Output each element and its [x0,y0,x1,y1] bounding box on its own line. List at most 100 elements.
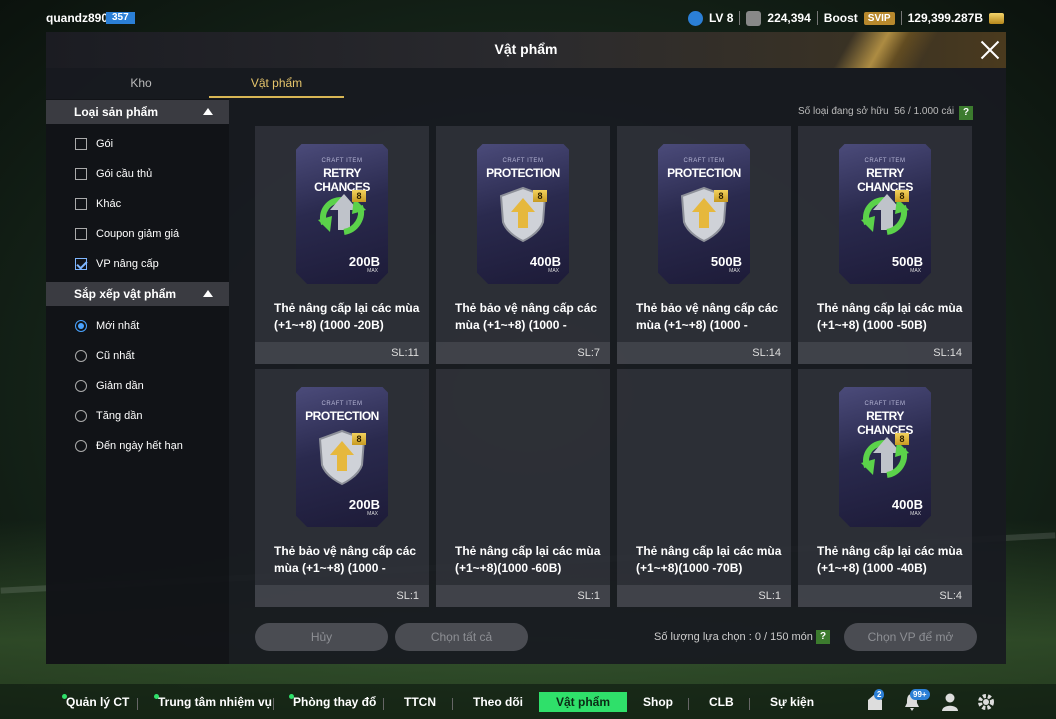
checkbox-label: Coupon giảm giá [96,228,180,240]
max-label: MAX [729,268,740,274]
radio-label: Mới nhất [96,320,140,332]
section-header-product-type[interactable]: Loại sản phẩm [46,100,229,124]
radio-button[interactable] [75,410,87,422]
checkbox-khac[interactable]: Khác [75,196,121,212]
craft-item-pack: CRAFT ITEM RETRY CHANCES 8 400B MAX [839,387,931,527]
level-badge: 8 [533,190,547,202]
filter-sidebar: Loại sản phẩm Gói Gói cầu thủ Khác Coupo… [46,99,229,664]
green-dot-icon [154,694,159,699]
radio-cu-nhat[interactable]: Cũ nhất [75,348,135,364]
item-quantity: SL:11 [255,342,429,364]
radio-selected[interactable] [75,320,87,332]
svip-badge: SVIP [863,11,895,25]
level-badge: 8 [352,190,366,202]
selection-count: Số lượng lựa chọn : 0 / 150 món [654,631,813,643]
cancel-button[interactable]: Hủy [255,623,388,651]
nav-trung-tam-nhiem-vu[interactable]: Trung tâm nhiệm vụ [154,692,272,712]
radio-button[interactable] [75,380,87,392]
radio-label: Đến ngày hết hạn [96,440,183,452]
boost-label[interactable]: Boost [824,11,858,25]
help-icon[interactable]: ? [816,630,830,644]
gold-bar-icon [989,12,1004,24]
profile-icon[interactable] [940,692,960,712]
checkbox-box[interactable] [75,168,87,180]
title-bar: Vật phẩm [46,32,1006,68]
radio-button[interactable] [75,350,87,362]
item-card[interactable]: CRAFT ITEM PROTECTION 8 500B MAX Thẻ bảo vệ n… [617,126,791,364]
select-all-button[interactable]: Chọn tất cả [395,623,528,651]
item-name: Thẻ bảo vệ nâng cấp các mùa (+1~+8) (100… [636,301,779,332]
radio-button[interactable] [75,440,87,452]
checkbox-box-checked[interactable] [75,258,87,270]
item-name: Thẻ nâng cấp lại các mùa (+1~+8) (1000 -… [817,301,963,332]
nav-quan-ly-ct[interactable]: Quản lý CT [62,692,129,712]
nav-su-kien[interactable]: Sự kiện [770,692,814,712]
level-badge: 8 [895,190,909,202]
checkbox-box[interactable] [75,228,87,240]
item-quantity: SL:14 [617,342,791,364]
max-label: MAX [367,511,378,517]
level-badge: 8 [714,190,728,202]
item-card[interactable]: CRAFT ITEM PROTECTION 8 400B MAX Thẻ bảo vệ n… [436,126,610,364]
checkbox-label: VP nâng cấp [96,258,159,270]
checkbox-goi[interactable]: Gói [75,136,113,152]
radio-moi-nhat[interactable]: Mới nhất [75,318,139,334]
radio-den-ngay-het-han[interactable]: Đến ngày hết hạn [75,438,183,454]
item-quantity: SL:1 [617,585,791,607]
craft-label: CRAFT ITEM [502,158,544,164]
item-name: Thẻ bảo vệ nâng cấp các mùa (+1~+8) (100… [455,301,598,332]
item-card[interactable]: CRAFT ITEM PROTECTION 8 200B MAX Thẻ bảo vệ n… [255,369,429,607]
item-card[interactable]: Thẻ nâng cấp lại các mùa (+1~+8)(1000 -6… [436,369,610,607]
section-title: Sắp xếp vật phẩm [74,287,177,301]
checkbox-goi-cau-thu[interactable]: Gói cầu thủ [75,166,152,182]
checkbox-box[interactable] [75,198,87,210]
item-quantity: SL:1 [436,585,610,607]
craft-label: CRAFT ITEM [864,158,906,164]
owned-count-value: 56 / 1.000 cái [894,106,955,117]
nav-theo-doi[interactable]: Theo dõi [473,692,523,712]
owned-count: Số loại đang sở hữu 56 / 1.000 cái [798,106,954,117]
item-card[interactable]: Thẻ nâng cấp lại các mùa (+1~+8)(1000 -7… [617,369,791,607]
checkbox-label: Gói cầu thủ [96,168,153,180]
section-header-sort[interactable]: Sắp xếp vật phẩm [46,282,229,306]
pack-value: 500B [891,254,923,269]
divider [383,698,384,710]
checkbox-box[interactable] [75,138,87,150]
points-value: 224,394 [767,11,811,25]
item-card[interactable]: CRAFT ITEM RETRY CHANCES 8 500B MAX Thẻ nâng … [798,126,972,364]
nav-phong-thay-do[interactable]: Phòng thay đổ [289,692,376,712]
nav-vat-pham[interactable]: Vật phẩm [539,692,628,712]
craft-item-pack: CRAFT ITEM PROTECTION 8 500B MAX [658,144,750,284]
nav-clb[interactable]: CLB [709,692,734,712]
divider [688,698,689,710]
divider [816,11,818,25]
bell-icon[interactable]: 99+ [902,689,930,712]
close-icon[interactable] [978,38,1002,62]
radio-giam-dan[interactable]: Giảm dần [75,378,144,394]
pack-value: 400B [891,497,923,512]
tab-vat-pham[interactable]: Vật phẩm [209,76,344,98]
choose-items-button[interactable]: Chọn VP để mở [844,623,977,651]
craft-item-pack: CRAFT ITEM RETRY CHANCES 8 200B MAX [296,144,388,284]
radio-tang-dan[interactable]: Tăng dần [75,408,142,424]
item-card[interactable]: CRAFT ITEM RETRY CHANCES 8 400B MAX Thẻ nâng … [798,369,972,607]
nav-ttcn[interactable]: TTCN [404,692,436,712]
help-icon[interactable]: ? [959,106,973,120]
nav-shop[interactable]: Shop [643,692,673,712]
gear-icon[interactable] [976,692,996,712]
lv-label: LV 8 [708,11,734,25]
tab-kho[interactable]: Kho [76,76,206,98]
checkbox-label: Gói [96,138,114,150]
smiley-icon [687,10,703,26]
checkbox-coupon[interactable]: Coupon giảm giá [75,226,179,242]
mail-icon[interactable]: 2 [865,689,885,712]
item-card[interactable]: CRAFT ITEM RETRY CHANCES 8 200B MAX Thẻ nâng … [255,126,429,364]
item-quantity: SL:1 [255,585,429,607]
items-window: Vật phẩm Kho Vật phẩm Loại sản phẩm Gói … [46,32,1006,664]
divider [452,698,453,710]
bottom-nav: Quản lý CT Trung tâm nhiệm vụ Phòng thay… [0,684,1056,719]
item-quantity: SL:4 [798,585,972,607]
checkbox-label: Khác [96,198,122,210]
max-label: MAX [910,511,921,517]
checkbox-vp-nang-cap[interactable]: VP nâng cấp [75,256,159,272]
